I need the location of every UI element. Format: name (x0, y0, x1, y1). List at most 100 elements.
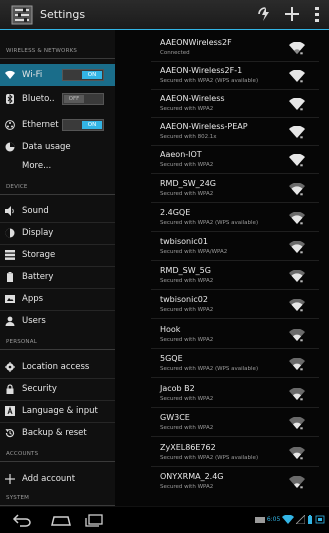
sidebar-item-backup[interactable]: Backup & reset (0, 422, 115, 444)
network-row[interactable]: twbisonic02 Secured with WPA2 (115, 291, 329, 319)
wifi-signal-icon (289, 270, 305, 283)
network-row[interactable]: AAEON-Wireless-PEAP Secured with 802.1x (115, 118, 329, 146)
wifi-icon (5, 70, 15, 79)
network-row[interactable]: AAEON-Wireless2F-1 Secured with WPA2 (WP… (115, 62, 329, 90)
sidebar-item-more[interactable]: More... (0, 155, 115, 177)
network-status: Secured with WPA2 (160, 162, 214, 168)
wifi-signal-icon (289, 447, 305, 460)
network-ssid: Hook (160, 325, 181, 334)
network-row[interactable]: GW3CE Secured with WPA2 (115, 409, 329, 437)
network-row[interactable]: RMD_SW_24G Secured with WPA2 (115, 175, 329, 203)
wifi-network-list: AAEONWireless2F Connected AAEON-Wireless… (115, 30, 329, 506)
ethernet-toggle[interactable]: ON (62, 119, 104, 131)
sidebar-item-label: Wi-Fi (22, 70, 43, 80)
network-ssid: AAEON-Wireless-PEAP (160, 122, 248, 131)
network-row[interactable]: Jacob B2 Secured with WPA2 (115, 380, 329, 408)
bluetooth-toggle[interactable]: OFF (62, 93, 104, 105)
sidebar-item-battery[interactable]: Battery (0, 266, 115, 288)
network-row[interactable]: ZyXEL86E762 Secured with WPA2 (WPS avail… (115, 439, 329, 467)
network-row[interactable]: twbisonic01 Secured with WPA/WPA2 (115, 233, 329, 261)
divider (151, 173, 319, 174)
network-row[interactable]: ONYXRMA_2.4G Secured with WPA2 (115, 468, 329, 496)
sidebar-item-sound[interactable]: Sound (0, 200, 115, 222)
network-row[interactable]: AAEON-Wireless Secured with WPA2 (115, 90, 329, 118)
screenshot-icon (254, 516, 265, 523)
network-row[interactable]: 2.4GQE Secured with WPA2 (WPS available) (115, 204, 329, 232)
sidebar-item-apps[interactable]: Apps (0, 288, 115, 310)
sidebar-item-label: Display (22, 228, 54, 238)
settings-app-icon[interactable] (11, 5, 33, 25)
network-ssid: GW3CE (160, 413, 190, 422)
lock-icon (6, 384, 14, 394)
network-row[interactable]: AAEONWireless2F Connected (115, 34, 329, 62)
toggle-state: OFF (64, 95, 84, 103)
network-ssid: AAEON-Wireless (160, 94, 225, 103)
battery-icon (7, 272, 13, 282)
clock: 6:05 (266, 516, 281, 523)
sidebar-item-users[interactable]: Users (0, 310, 115, 332)
network-ssid: AAEONWireless2F (160, 38, 232, 47)
section-header-personal: PERSONAL (0, 335, 115, 350)
network-status: Secured with WPA2 (160, 106, 214, 112)
toggle-state: ON (82, 71, 102, 79)
sidebar-item-security[interactable]: Security (0, 378, 115, 400)
divider (151, 318, 319, 319)
recents-icon (85, 514, 103, 527)
add-icon (285, 7, 299, 21)
action-bar: Settings (0, 0, 329, 30)
data-usage-icon (5, 142, 15, 152)
wifi-signal-icon (289, 154, 305, 167)
wifi-signal-icon (289, 42, 305, 55)
wifi-signal-icon (289, 388, 305, 401)
lightning-wifi-icon (258, 7, 269, 21)
home-icon (51, 516, 71, 526)
speaker-icon (5, 206, 14, 216)
sidebar-item-display[interactable]: Display (0, 222, 115, 244)
wifi-toggle[interactable]: ON (62, 69, 104, 81)
back-button[interactable] (12, 512, 32, 531)
sidebar-item-label: Users (22, 316, 46, 326)
sidebar-item-bluetooth[interactable]: Blueto.. OFF (0, 88, 115, 110)
sidebar-item-wifi[interactable]: Wi-Fi ON (0, 64, 115, 86)
network-status: Secured with WPA2 (160, 484, 214, 490)
network-row[interactable]: RMD_SW_5G Secured with WPA2 (115, 262, 329, 290)
section-header-system: SYSTEM (0, 491, 115, 506)
divider (151, 466, 319, 467)
sidebar-item-add-account[interactable]: Add account (0, 468, 115, 490)
overflow-menu-button[interactable] (306, 4, 328, 26)
section-header-accounts: ACCOUNTS (0, 447, 115, 462)
network-row[interactable]: 5GQE Secured with WPA2 (WPS available) (115, 350, 329, 378)
network-ssid: RMD_SW_5G (160, 266, 211, 275)
network-status: Secured with WPA2 (160, 425, 214, 431)
network-status: Secured with WPA2 (WPS available) (160, 220, 259, 226)
signal-icon (295, 514, 306, 525)
apps-icon (5, 295, 15, 303)
status-area[interactable]: 6:05 (254, 514, 325, 525)
home-button[interactable] (50, 512, 72, 531)
network-row[interactable]: Hook Secured with WPA2 (115, 321, 329, 349)
settings-categories: WIRELESS & NETWORKS Wi-Fi ON Blueto.. OF… (0, 30, 115, 506)
sidebar-item-location[interactable]: Location access (0, 356, 115, 378)
users-icon (5, 316, 15, 326)
sidebar-item-label: Blueto.. (22, 94, 55, 104)
network-status: Secured with WPA/WPA2 (160, 249, 228, 255)
divider (151, 289, 319, 290)
battery-status-icon (308, 515, 313, 524)
wps-button[interactable] (253, 4, 275, 26)
overflow-menu-icon (315, 7, 319, 22)
network-row[interactable]: Aaeon-IOT Secured with WPA2 (115, 146, 329, 174)
language-icon (5, 406, 15, 416)
sidebar-item-ethernet[interactable]: Ethernet ON (0, 114, 115, 136)
recents-button[interactable] (84, 512, 104, 531)
sidebar-item-language[interactable]: Language & input (0, 400, 115, 422)
sidebar-item-label: Add account (22, 474, 76, 484)
page-title: Settings (40, 8, 86, 21)
divider (151, 407, 319, 408)
divider (151, 260, 319, 261)
add-network-button[interactable] (281, 4, 303, 26)
bluetooth-icon (6, 94, 14, 104)
section-header-wireless: WIRELESS & NETWORKS (0, 44, 115, 59)
wifi-signal-icon (289, 358, 305, 371)
sidebar-item-storage[interactable]: Storage (0, 244, 115, 266)
network-ssid: ONYXRMA_2.4G (160, 472, 224, 481)
